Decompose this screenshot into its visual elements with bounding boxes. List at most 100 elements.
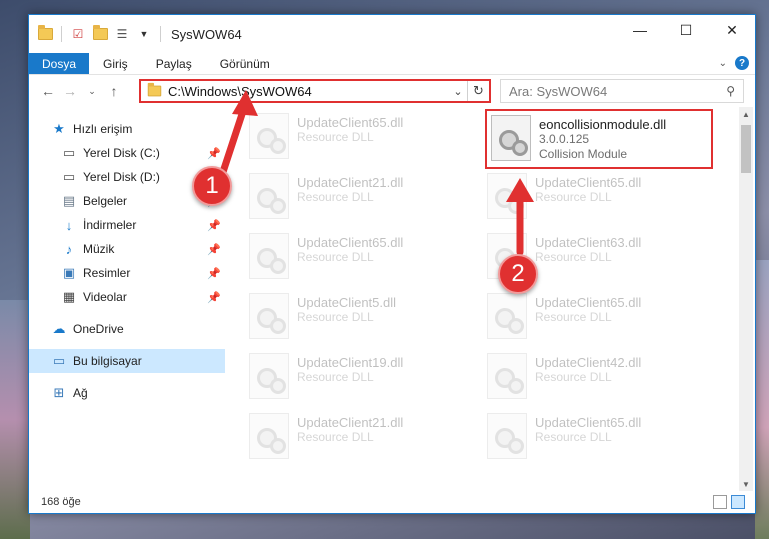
highlighted-file-tile[interactable]: eoncollisionmodule.dll 3.0.0.125 Collisi…: [485, 109, 713, 169]
sidebar-item-quick-access[interactable]: ★ Hızlı erişim: [29, 117, 225, 141]
sidebar-item-pictures[interactable]: ▣ Resimler 📌: [29, 261, 225, 285]
sidebar-item-label: OneDrive: [73, 322, 124, 336]
sidebar-item-label: Bu bilgisayar: [73, 354, 142, 368]
main-content: ★ Hızlı erişim ▭ Yerel Disk (C:) 📌 ▭ Yer…: [29, 107, 755, 491]
download-icon: ↓: [65, 217, 73, 233]
dll-file-icon: [487, 293, 527, 339]
scroll-down-arrow-icon[interactable]: ▼: [739, 477, 753, 491]
file-tile[interactable]: UpdateClient5.dll Resource DLL: [225, 289, 455, 347]
sidebar-item-this-pc[interactable]: ▭ Bu bilgisayar: [29, 349, 225, 373]
customize-toolbar-icon[interactable]: ☰: [114, 26, 130, 42]
refresh-icon[interactable]: ↻: [467, 81, 489, 101]
video-icon: ▦: [62, 289, 76, 304]
sidebar-item-label: Yerel Disk (C:): [83, 146, 160, 160]
sidebar-item-label: Videolar: [83, 290, 127, 304]
file-description: Resource DLL: [297, 130, 374, 144]
dll-file-icon: [249, 233, 289, 279]
file-tile[interactable]: UpdateClient65.dll Resource DLL: [463, 169, 693, 227]
file-name: UpdateClient65.dll: [535, 415, 642, 430]
sidebar-item-label: İndirmeler: [83, 218, 137, 232]
help-icon[interactable]: ?: [735, 56, 749, 70]
file-name: UpdateClient65.dll: [535, 295, 642, 310]
address-bar[interactable]: C:\Windows\SysWOW64 ⌄ ↻: [139, 79, 491, 103]
file-name: UpdateClient21.dll: [297, 175, 404, 190]
sidebar-item-label: Belgeler: [83, 194, 128, 208]
desktop-background-right: [755, 260, 769, 539]
file-tile[interactable]: UpdateClient65.dll Resource DLL: [225, 109, 455, 167]
sidebar-item-local-disk-c[interactable]: ▭ Yerel Disk (C:) 📌: [29, 141, 225, 165]
file-tile[interactable]: UpdateClient21.dll Resource DLL: [225, 409, 455, 467]
scroll-up-arrow-icon[interactable]: ▲: [739, 107, 753, 121]
sidebar-item-network[interactable]: ⊞ Ağ: [29, 381, 225, 405]
file-description: Resource DLL: [535, 370, 612, 384]
pin-icon[interactable]: 📌: [207, 219, 221, 232]
tab-home[interactable]: Giriş: [89, 53, 142, 74]
dll-file-icon: [249, 173, 289, 219]
pin-icon[interactable]: 📌: [207, 147, 221, 160]
file-tile[interactable]: UpdateClient65.dll Resource DLL: [463, 409, 693, 467]
up-arrow-icon[interactable]: ↑: [103, 80, 125, 102]
view-toggle: [713, 495, 745, 509]
file-tile[interactable]: UpdateClient19.dll Resource DLL: [225, 349, 455, 407]
sidebar-item-label: Resimler: [83, 266, 131, 280]
pin-icon[interactable]: 📌: [207, 243, 221, 256]
file-tile[interactable]: UpdateClient42.dll Resource DLL: [463, 349, 693, 407]
file-name: UpdateClient65.dll: [297, 115, 404, 130]
tiles-view-icon[interactable]: [731, 495, 745, 509]
quick-access-toolbar: ☑ ☰ ▼: [29, 25, 163, 42]
search-input[interactable]: Ara: SysWOW64 ⚲: [500, 79, 744, 103]
sidebar-item-videos[interactable]: ▦ Videolar 📌: [29, 285, 225, 309]
file-description: Collision Module: [539, 147, 628, 161]
dll-file-icon: [491, 115, 531, 161]
step-2-badge: 2: [498, 254, 538, 294]
folder-icon: [37, 25, 53, 42]
recent-locations-chevron-icon[interactable]: ⌄: [81, 80, 103, 102]
pin-icon[interactable]: 📌: [207, 267, 221, 280]
step-1-badge: 1: [192, 166, 232, 206]
chevron-down-icon[interactable]: ⌄: [719, 58, 727, 69]
cloud-icon: ☁: [52, 321, 66, 336]
status-bar: 168 öğe: [29, 491, 755, 513]
properties-icon[interactable]: ☑: [70, 26, 86, 42]
forward-arrow-icon[interactable]: →: [59, 80, 81, 102]
new-folder-icon[interactable]: [92, 25, 108, 42]
music-icon: ♪: [65, 241, 73, 257]
minimize-button[interactable]: —: [617, 15, 663, 45]
dll-file-icon: [487, 173, 527, 219]
maximize-button[interactable]: ☐: [663, 15, 709, 45]
dll-file-icon: [249, 113, 289, 159]
file-name: UpdateClient65.dll: [535, 175, 642, 190]
drive-icon: ▭: [62, 145, 76, 160]
chevron-down-icon[interactable]: ▼: [136, 26, 152, 42]
details-view-icon[interactable]: [713, 495, 727, 509]
item-count: 168 öğe: [41, 496, 81, 508]
window-controls: — ☐ ✕: [617, 15, 755, 45]
dll-file-icon: [487, 413, 527, 459]
toolbar-divider: [160, 26, 161, 42]
vertical-scrollbar[interactable]: ▲ ▼: [739, 107, 753, 491]
file-name: UpdateClient42.dll: [535, 355, 642, 370]
file-tile[interactable]: UpdateClient65.dll Resource DLL: [463, 289, 693, 347]
explorer-window: ☑ ☰ ▼ SysWOW64 — ☐ ✕ Dosya Giriş Paylaş …: [28, 14, 756, 514]
file-name: UpdateClient5.dll: [297, 295, 397, 310]
tab-file[interactable]: Dosya: [29, 53, 90, 74]
sidebar-item-downloads[interactable]: ↓ İndirmeler 📌: [29, 213, 225, 237]
sidebar-item-label: Yerel Disk (D:): [83, 170, 160, 184]
sidebar-item-onedrive[interactable]: ☁ OneDrive: [29, 317, 225, 341]
tab-view[interactable]: Görünüm: [206, 53, 284, 74]
file-tile[interactable]: UpdateClient65.dll Resource DLL: [225, 229, 455, 287]
file-tile[interactable]: UpdateClient21.dll Resource DLL: [225, 169, 455, 227]
dll-file-icon: [249, 353, 289, 399]
close-button[interactable]: ✕: [709, 15, 755, 45]
sidebar-item-music[interactable]: ♪ Müzik 📌: [29, 237, 225, 261]
back-arrow-icon[interactable]: ←: [37, 80, 59, 102]
toolbar-divider: [61, 26, 62, 42]
tab-share[interactable]: Paylaş: [142, 53, 206, 74]
sidebar-item-label: Müzik: [83, 242, 115, 256]
file-description: Resource DLL: [535, 250, 612, 264]
file-name: eoncollisionmodule.dll: [539, 117, 667, 132]
chevron-down-icon[interactable]: ⌄: [449, 85, 467, 98]
address-path[interactable]: C:\Windows\SysWOW64: [168, 84, 449, 99]
pin-icon[interactable]: 📌: [207, 291, 221, 304]
scrollbar-thumb[interactable]: [741, 125, 751, 173]
